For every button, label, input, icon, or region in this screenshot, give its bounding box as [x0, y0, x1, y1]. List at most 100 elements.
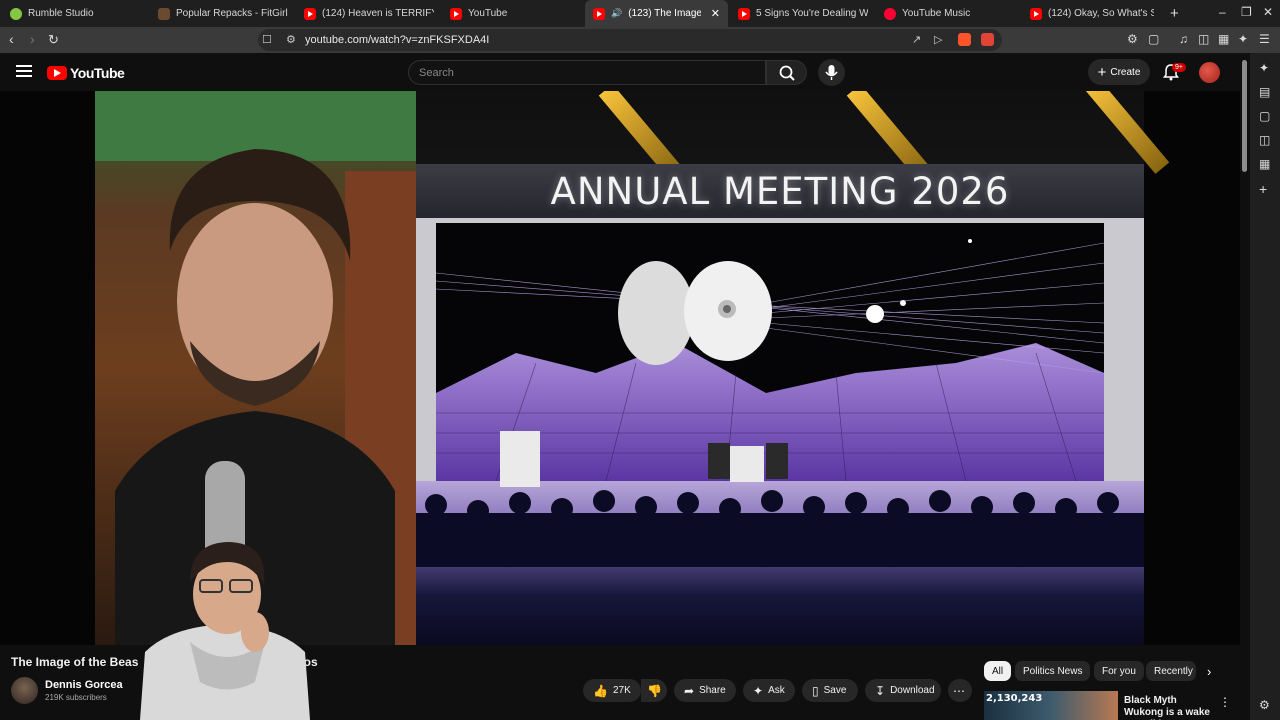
download-button[interactable]: ↧ Download — [865, 679, 941, 702]
tab-title: YouTube Music — [902, 8, 971, 19]
extensions-icon[interactable]: ⚙ — [1127, 32, 1138, 46]
bookmark-icon: ▯ — [812, 683, 819, 698]
send-icon[interactable]: ▷ — [934, 33, 942, 46]
stage-screen-small — [708, 443, 730, 479]
podium — [500, 431, 540, 487]
rewards-icon[interactable] — [981, 33, 994, 46]
maximize-icon[interactable]: ❐ — [1241, 5, 1252, 19]
leo-icon[interactable]: ✦ — [1238, 32, 1248, 46]
youtube-logo-text: YouTube — [70, 65, 125, 81]
audience-silhouettes — [416, 490, 1144, 567]
video-title: The Image of the Beas — [11, 655, 139, 669]
tab-search-icon[interactable]: ▦ — [1218, 32, 1229, 46]
wallet-icon[interactable]: ▢ — [1148, 32, 1159, 46]
voice-search-button[interactable] — [818, 59, 845, 86]
tab-image-of-the-beast[interactable]: 🔊 (123) The Image of th ✕ — [585, 0, 728, 27]
youtube-icon — [593, 7, 605, 20]
share-icon: ➦ — [684, 683, 695, 698]
download-label: Download — [890, 685, 935, 696]
chip-label: Recently — [1154, 665, 1193, 677]
youtube-logo[interactable]: YouTube — [47, 65, 125, 81]
tab-title: (124) Heaven is TERRIFYING — [322, 8, 434, 19]
chip-label: All — [992, 665, 1004, 677]
page-scrollbar[interactable] — [1242, 60, 1247, 172]
chip-all[interactable]: All — [984, 661, 1012, 681]
fitgirl-icon — [158, 7, 170, 20]
tab-title: YouTube — [468, 8, 508, 19]
subscriber-count: 219K subscribers — [45, 693, 107, 702]
stage-chair — [730, 446, 764, 482]
tab-youtube-music[interactable]: YouTube Music — [876, 0, 1022, 27]
plus-icon: + — [1097, 63, 1107, 81]
tab-title: (124) Okay, So What's So Se — [1048, 8, 1154, 19]
save-button[interactable]: ▯ Save — [802, 679, 858, 702]
youtube-icon — [1030, 7, 1042, 20]
music-icon[interactable]: ♫ — [1179, 32, 1188, 46]
dislike-button[interactable]: 👎 — [641, 679, 667, 702]
chip-recently[interactable]: Recently — [1146, 661, 1196, 681]
share-button[interactable]: ➦ Share — [674, 679, 736, 702]
sparkle-icon: ✦ — [753, 683, 764, 698]
bookmark-icon[interactable]: ☐ — [262, 33, 272, 46]
more-actions-button[interactable]: ⋯ — [948, 679, 972, 702]
chip-politics-news[interactable]: Politics News — [1015, 661, 1091, 681]
create-button[interactable]: + Create — [1088, 59, 1150, 85]
thumbs-up-icon: 👍 — [593, 683, 608, 698]
url-text[interactable]: youtube.com/watch?v=znFKSFXDA4I — [305, 34, 489, 46]
address-bar[interactable]: ☐ ⚙ youtube.com/watch?v=znFKSFXDA4I ↗ ▷ — [258, 29, 1002, 51]
tab-5-signs[interactable]: 5 Signs You're Dealing With — [730, 0, 876, 27]
reading-list-icon[interactable]: ▤ — [1259, 85, 1270, 99]
browser-toolbar: ‹ › ↻ ☐ ⚙ youtube.com/watch?v=znFKSFXDA4… — [0, 27, 1280, 53]
site-info-icon[interactable]: ⚙ — [286, 33, 296, 46]
like-button[interactable]: 👍 27K — [583, 679, 641, 702]
menu-icon[interactable]: ☰ — [1259, 32, 1270, 46]
browser-side-panel: ✦ ▤ ▢ ◫ ▦ + ⚙ — [1250, 53, 1280, 720]
meeting-banner: ANNUAL MEETING 2026 — [416, 164, 1144, 218]
account-avatar[interactable] — [1199, 62, 1220, 83]
brave-shield-icon[interactable] — [958, 33, 971, 46]
leo-ai-icon[interactable]: ✦ — [1259, 61, 1269, 75]
tab-youtube[interactable]: YouTube — [442, 0, 584, 27]
settings-gear-icon[interactable]: ⚙ — [1259, 698, 1270, 712]
tab-title: 5 Signs You're Dealing With — [756, 8, 868, 19]
close-window-icon[interactable]: ✕ — [1263, 5, 1273, 19]
more-vertical-icon[interactable]: ⋮ — [1219, 695, 1231, 709]
thumbnail-overlay-text: 2,130,243 — [986, 693, 1043, 704]
reaction-webcam — [140, 542, 310, 720]
tab-fitgirl[interactable]: Popular Repacks - FitGirl Re — [150, 0, 296, 27]
tab-okay-so-whats[interactable]: (124) Okay, So What's So Se — [1022, 0, 1162, 27]
download-icon: ↧ — [875, 683, 886, 698]
chevron-right-icon[interactable]: › — [1207, 664, 1211, 679]
speaker-icon[interactable]: 🔊 — [611, 8, 622, 19]
bookmarks-panel-icon[interactable]: ◫ — [1259, 133, 1270, 147]
close-tab-icon[interactable]: ✕ — [711, 7, 720, 20]
new-tab-icon[interactable]: + — [1170, 5, 1179, 22]
tab-rumble-studio[interactable]: Rumble Studio — [2, 0, 150, 27]
wallet-panel-icon[interactable]: ▢ — [1259, 109, 1270, 123]
search-button[interactable] — [766, 60, 807, 85]
thumbs-down-icon: 👎 — [647, 683, 662, 698]
ask-button[interactable]: ✦ Ask — [743, 679, 795, 702]
youtube-logo-icon — [47, 66, 67, 80]
open-external-icon[interactable]: ↗ — [912, 33, 921, 46]
recommended-thumbnail[interactable]: 2,130,243 — [984, 691, 1118, 720]
recommended-title[interactable]: Black Myth Wukong is a wake up call | ..… — [1124, 695, 1210, 720]
tab-heaven-terrifying[interactable]: (124) Heaven is TERRIFYING — [296, 0, 442, 27]
meeting-title: ANNUAL MEETING 2026 — [550, 169, 1010, 213]
add-panel-icon[interactable]: + — [1259, 181, 1267, 197]
save-label: Save — [823, 685, 847, 696]
history-panel-icon[interactable]: ▦ — [1259, 157, 1270, 171]
minimize-icon[interactable]: – — [1219, 5, 1226, 19]
channel-name[interactable]: Dennis Gorcea — [45, 679, 123, 691]
chip-for-you[interactable]: For you — [1094, 661, 1144, 681]
ask-label: Ask — [768, 685, 785, 696]
channel-avatar[interactable] — [11, 677, 38, 704]
guide-menu-icon[interactable] — [16, 65, 32, 77]
reload-icon[interactable]: ↻ — [48, 32, 59, 48]
search-box[interactable] — [408, 60, 766, 85]
search-input[interactable] — [409, 61, 729, 84]
share-label: Share — [699, 685, 726, 696]
back-icon[interactable]: ‹ — [9, 31, 14, 47]
sidebar-toggle-icon[interactable]: ◫ — [1198, 32, 1209, 46]
forward-icon[interactable]: › — [30, 31, 35, 47]
